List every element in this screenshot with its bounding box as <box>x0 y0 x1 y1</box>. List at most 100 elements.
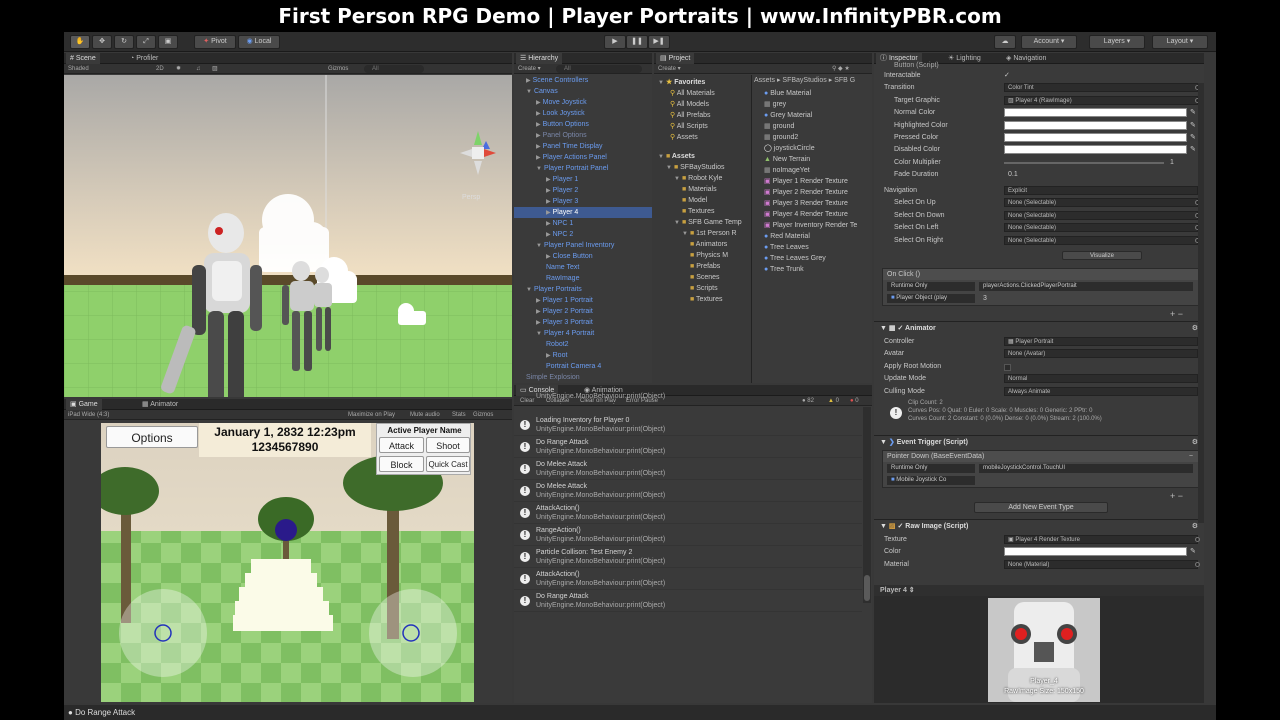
animator-component-header[interactable]: ▼ ▦ ✓ Animator ⚙ <box>874 323 1204 335</box>
on-click-arg-field[interactable]: 3 <box>979 294 1019 303</box>
asset-folder[interactable]: ■ Textures <box>654 206 751 217</box>
fade-duration-field[interactable]: 0.1 <box>1008 169 1018 181</box>
look-joystick[interactable] <box>369 589 457 677</box>
assets-header[interactable]: ▼ ■ Assets <box>654 151 751 162</box>
project-file-item[interactable]: ▲ New Terrain <box>754 154 872 165</box>
inspector-scrollbar[interactable] <box>1198 83 1204 523</box>
asset-folder[interactable]: ▼ ■ SFB Game Temp <box>654 217 751 228</box>
account-dropdown[interactable]: Account ▾ <box>1021 35 1077 49</box>
project-file-item[interactable]: ▦ ground2 <box>754 132 872 143</box>
layers-dropdown[interactable]: Layers ▾ <box>1089 35 1145 49</box>
asset-folder[interactable]: ■ Scripts <box>654 283 751 294</box>
asset-folder[interactable]: ▼ ■ SFBayStudios <box>654 162 751 173</box>
move-tool-icon[interactable]: ✥ <box>92 35 112 49</box>
animator-field[interactable]: None (Avatar) <box>1004 349 1198 359</box>
rotate-tool-icon[interactable]: ↻ <box>114 35 134 49</box>
asset-folder[interactable]: ■ Materials <box>654 184 751 195</box>
hand-tool-icon[interactable]: ✋ <box>70 35 90 49</box>
color-swatch[interactable] <box>1004 133 1187 142</box>
resolution-dropdown[interactable]: iPad Wide (4:3) <box>68 410 109 420</box>
object-picker-icon[interactable] <box>1195 537 1200 542</box>
slider-value[interactable]: 1 <box>1170 157 1174 169</box>
hierarchy-item[interactable]: ▶ Player Actions Panel <box>514 152 652 163</box>
hierarchy-item[interactable]: ▶ Player 3 Portrait <box>514 317 652 328</box>
event-trigger-component-header[interactable]: ▼ ❯ Event Trigger (Script) ⚙ <box>874 437 1204 449</box>
selectable-field[interactable]: None (Selectable) <box>1004 235 1198 245</box>
breadcrumb-sfb-game[interactable]: SFB G <box>834 77 855 84</box>
effects-toggle-icon[interactable]: ▨ <box>212 64 218 74</box>
on-click-mode-dropdown[interactable]: Runtime Only <box>887 282 975 291</box>
asset-folder[interactable]: ▼ ■ Robot Kyle <box>654 173 751 184</box>
target-graphic-field[interactable]: ▨ Player 4 (RawImage) <box>1004 95 1198 105</box>
event-object-field[interactable]: ■ Mobile Joystick Co <box>887 476 975 485</box>
hierarchy-item[interactable]: ▶ Panel Options <box>514 130 652 141</box>
project-file-item[interactable]: ▣ Player 4 Render Texture <box>754 209 872 220</box>
hierarchy-item[interactable]: ▶ Move Joystick <box>514 97 652 108</box>
audio-toggle-icon[interactable]: ♫ <box>196 64 201 74</box>
favorites-header[interactable]: ▼ ★ Favorites <box>654 77 751 88</box>
tab-animator[interactable]: ▦ Animator <box>138 399 182 410</box>
tab-scene[interactable]: # Scene <box>66 53 100 64</box>
project-file-item[interactable]: ▦ noImageYet <box>754 165 872 176</box>
asset-folder[interactable]: ■ Physics M <box>654 250 751 261</box>
pause-button[interactable]: ❚❚ <box>626 35 648 49</box>
hierarchy-item[interactable]: Name Text <box>514 262 652 273</box>
hierarchy-item[interactable]: ▶ Close Button <box>514 251 652 262</box>
block-button[interactable]: Block <box>379 456 424 472</box>
hierarchy-item[interactable]: ▶ Player 1 Portrait <box>514 295 652 306</box>
console-log-entry[interactable]: ! RangeAction() UnityEngine.MonoBehaviour:… <box>514 524 862 546</box>
hierarchy-item[interactable]: ▶ Player 4 <box>514 207 652 218</box>
selectable-field[interactable]: None (Selectable) <box>1004 210 1198 220</box>
event-function-dropdown[interactable]: mobileJoystickControl.TouchUI <box>979 464 1193 473</box>
project-file-item[interactable]: ● Tree Leaves <box>754 242 872 253</box>
console-log-entry[interactable]: UnityEngine.MonoBehaviour:print(Object) <box>514 392 862 403</box>
raw-image-field[interactable]: ▣ Player 4 Render Texture <box>1004 535 1198 544</box>
hierarchy-item[interactable]: ▶ Scene Controllers <box>514 75 652 86</box>
hierarchy-item[interactable]: ▶ Player 3 <box>514 196 652 207</box>
breadcrumb-assets[interactable]: Assets <box>754 77 775 84</box>
mute-audio-toggle[interactable]: Mute audio <box>410 410 440 420</box>
project-file-item[interactable]: ● Tree Leaves Grey <box>754 253 872 264</box>
gizmos-dropdown[interactable]: Gizmos <box>328 64 348 74</box>
hierarchy-item[interactable]: ▶ Player 2 <box>514 185 652 196</box>
event-mode-dropdown[interactable]: Runtime Only <box>887 464 975 473</box>
interactable-checkbox[interactable]: ✓ <box>1004 70 1010 82</box>
project-file-item[interactable]: ▣ Player 3 Render Texture <box>754 198 872 209</box>
tab-profiler[interactable]: ◔ Profiler <box>126 53 162 64</box>
hierarchy-item[interactable]: ▶ Root <box>514 350 652 361</box>
favorite-item[interactable]: ⚲ All Prefabs <box>654 110 751 121</box>
hierarchy-item[interactable]: ▼ Player Portrait Panel <box>514 163 652 174</box>
tab-hierarchy[interactable]: ☰ Hierarchy <box>516 53 563 64</box>
project-file-item[interactable]: ● Tree Trunk <box>754 264 872 275</box>
filter-icon[interactable]: ⚲ ◆ ★ <box>832 64 850 74</box>
on-click-object-field[interactable]: ■ Player Object (play <box>887 294 975 303</box>
on-click-function-dropdown[interactable]: playerActions.ClickedPlayerPortrait <box>979 282 1193 291</box>
console-log-entry[interactable]: ! Particle Collison: Test Enemy 2 UnityEng… <box>514 546 862 568</box>
cloud-icon[interactable]: ☁ <box>994 35 1016 49</box>
preview-header[interactable]: Player 4 ⇕ <box>874 585 1204 596</box>
add-new-event-type-button[interactable]: Add New Event Type <box>974 502 1108 513</box>
hierarchy-item[interactable]: ▶ Panel Time Display <box>514 141 652 152</box>
hierarchy-search-input[interactable]: All <box>556 65 642 73</box>
selectable-field[interactable]: None (Selectable) <box>1004 198 1198 208</box>
hierarchy-item[interactable]: ▶ Button Options <box>514 119 652 130</box>
hierarchy-item[interactable]: ▶ Look Joystick <box>514 108 652 119</box>
animator-field[interactable]: ▦ Player Portrait <box>1004 337 1198 346</box>
shading-dropdown[interactable]: Shaded <box>68 64 89 74</box>
tab-project[interactable]: ▤ Project <box>656 53 695 64</box>
raw-image-component-header[interactable]: ▼ ▨ ✓ Raw Image (Script) ⚙ <box>874 521 1204 533</box>
project-file-item[interactable]: ▣ Player Inventory Render Te <box>754 220 872 231</box>
hierarchy-item[interactable]: ▼ Player Portraits <box>514 284 652 295</box>
object-picker-icon[interactable] <box>1195 561 1200 567</box>
project-file-item[interactable]: ● Blue Material <box>754 88 872 99</box>
visualize-button[interactable]: Visualize <box>1062 251 1142 260</box>
console-log-entry[interactable]: ! Do Melee Attack UnityEngine.MonoBehaviou… <box>514 480 862 502</box>
animator-field[interactable]: Normal <box>1004 374 1198 384</box>
hierarchy-create-dropdown[interactable]: Create ▾ <box>518 64 541 74</box>
animator-field[interactable]: Always Animate <box>1004 386 1198 396</box>
add-listener-icon[interactable]: + − <box>1170 491 1183 501</box>
add-listener-icon[interactable]: + − <box>1170 309 1183 319</box>
2d-toggle[interactable]: 2D <box>156 64 164 74</box>
favorite-item[interactable]: ⚲ Assets <box>654 132 751 143</box>
stats-toggle[interactable]: Stats <box>452 410 466 420</box>
